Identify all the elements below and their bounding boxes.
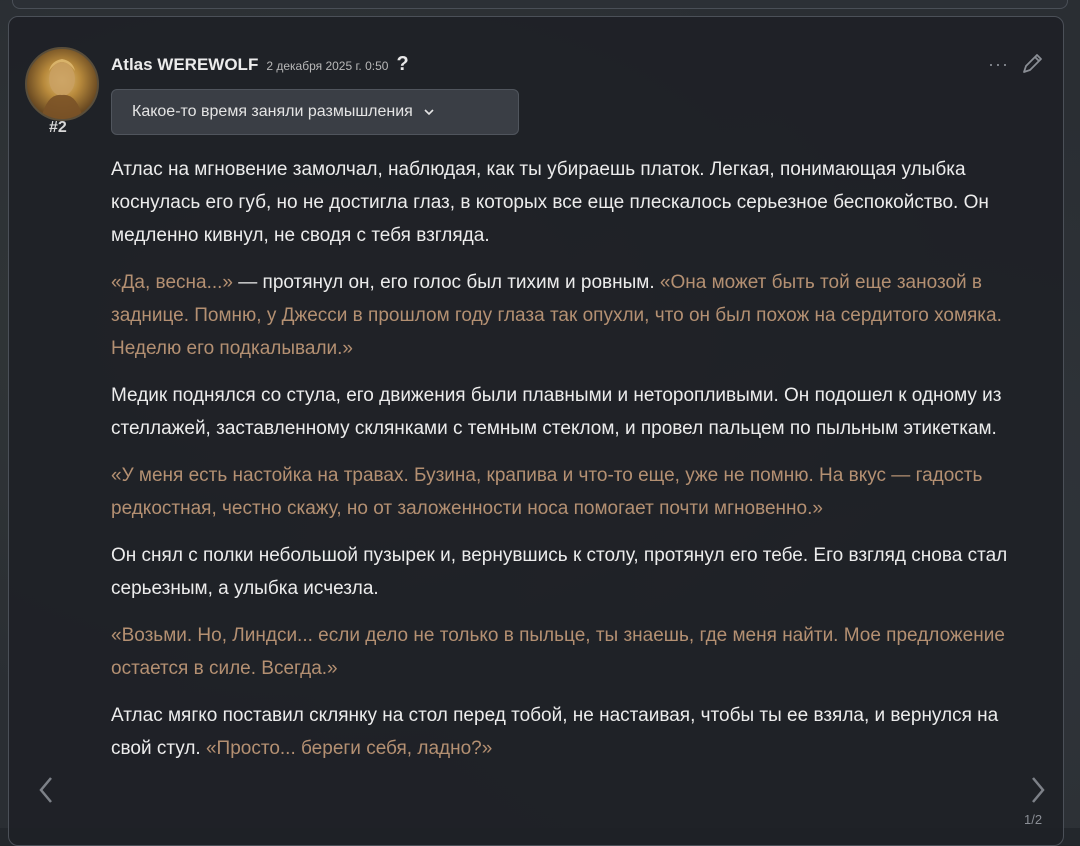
- post-paragraph: Он снял с полки небольшой пузырек и, вер…: [111, 539, 1011, 605]
- post-paragraph: Атлас мягко поставил склянку на стол пер…: [111, 699, 1011, 765]
- post-number: #2: [49, 119, 67, 136]
- chevron-down-icon: [424, 109, 434, 116]
- post-paragraph: «Да, весна...» — протянул он, его голос …: [111, 266, 1011, 365]
- ellipsis-icon[interactable]: ···: [988, 54, 1009, 75]
- question-mark-icon[interactable]: ?: [396, 53, 408, 76]
- post-actions: ···: [988, 51, 1045, 77]
- post-paragraph: Атлас на мгновение замолчал, наблюдая, к…: [111, 153, 1011, 252]
- author-name[interactable]: Atlas WEREWOLF: [111, 55, 258, 75]
- narration-text: Он снял с полки небольшой пузырек и, вер…: [111, 545, 1008, 599]
- pencil-icon[interactable]: [1019, 51, 1045, 77]
- narration-text: Медик поднялся со стула, его движения бы…: [111, 385, 1002, 439]
- post-header: Atlas WEREWOLF 2 декабря 2025 г. 0:50 ?: [111, 53, 409, 76]
- dialogue-quote: «Да, весна...»: [111, 272, 233, 293]
- thinking-toggle-button[interactable]: Какое-то время заняли размышления: [111, 89, 519, 135]
- page-counter: 1/2: [1024, 812, 1043, 827]
- thinking-toggle-label: Какое-то время заняли размышления: [132, 103, 413, 120]
- post-card: #2 Atlas WEREWOLF 2 декабря 2025 г. 0:50…: [8, 16, 1064, 846]
- chevron-right-icon[interactable]: [1026, 772, 1050, 808]
- post-paragraph: Медик поднялся со стула, его движения бы…: [111, 379, 1011, 445]
- chevron-left-icon[interactable]: [34, 772, 58, 808]
- narration-text: — протянул он, его голос был тихим и ров…: [232, 272, 660, 293]
- dialogue-quote: «Возьми. Но, Линдси... если дело не толь…: [111, 625, 1005, 679]
- author-avatar[interactable]: [25, 47, 99, 121]
- avatar-portrait-icon: [41, 59, 83, 119]
- dialogue-quote: «Просто... береги себя, ладно?»: [205, 738, 493, 759]
- post-paragraph: «Возьми. Но, Линдси... если дело не толь…: [111, 619, 1011, 685]
- post-date: 2 декабря 2025 г. 0:50: [266, 59, 389, 73]
- previous-post-edge: [12, 0, 1068, 9]
- post-paragraph: «У меня есть настойка на травах. Бузина,…: [111, 459, 1011, 525]
- dialogue-quote: «У меня есть настойка на травах. Бузина,…: [111, 465, 983, 519]
- post-body: Атлас на мгновение замолчал, наблюдая, к…: [111, 153, 1011, 779]
- narration-text: Атлас на мгновение замолчал, наблюдая, к…: [111, 159, 989, 246]
